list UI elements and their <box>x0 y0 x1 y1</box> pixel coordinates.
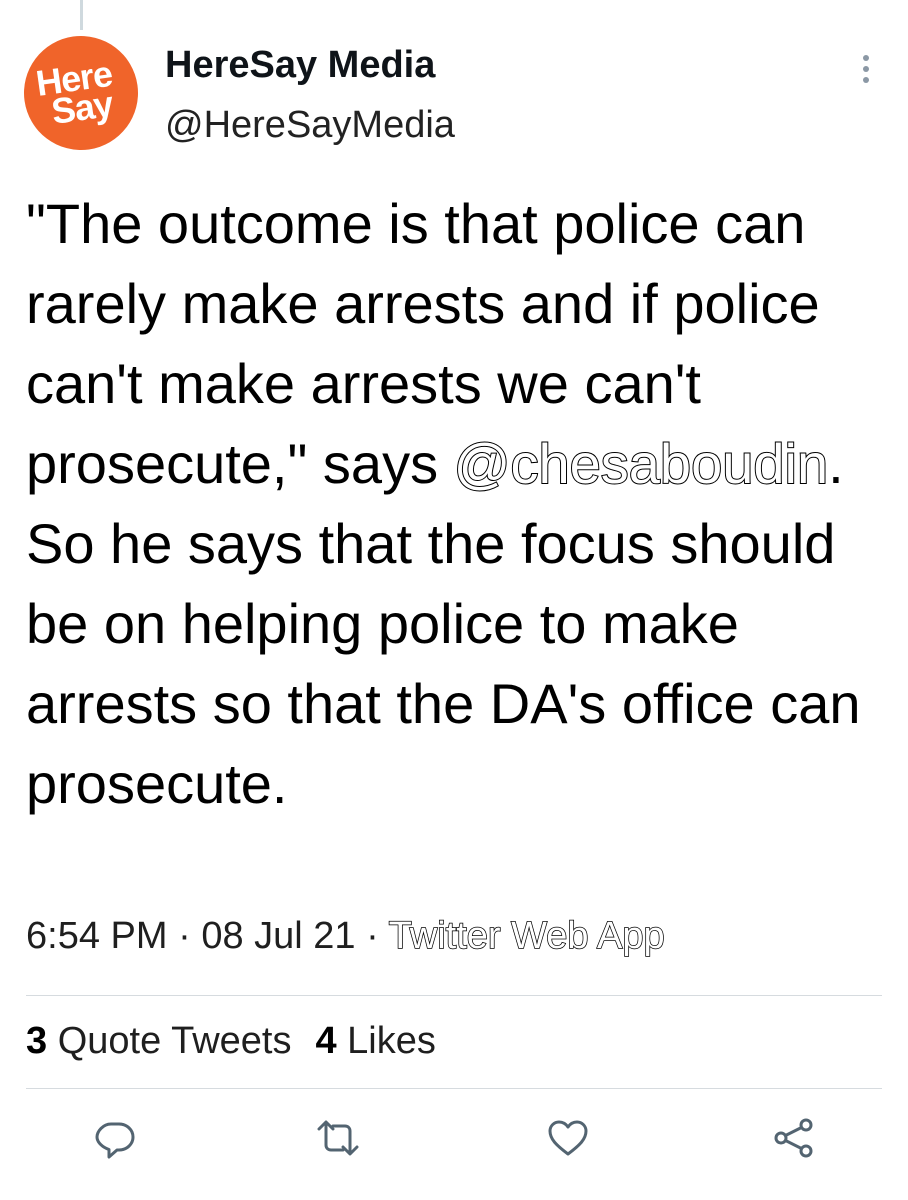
meta-separator: · <box>167 915 202 957</box>
meta-separator-2: · <box>355 915 389 957</box>
quote-tweets-stat[interactable]: 3 Quote Tweets <box>26 1020 291 1062</box>
reply-icon <box>95 1122 135 1159</box>
divider <box>26 995 882 996</box>
quote-count: 3 <box>26 1020 48 1062</box>
reply-button[interactable] <box>93 1116 137 1160</box>
heart-icon <box>548 1120 588 1156</box>
user-handle[interactable]: @HereSayMedia <box>165 104 455 147</box>
likes-stat[interactable]: 4 Likes <box>315 1020 435 1062</box>
tweet-stats: 3 Quote Tweets 4 Likes <box>26 1020 460 1063</box>
like-label: Likes <box>336 1020 436 1062</box>
display-name[interactable]: HereSay Media <box>165 44 435 87</box>
avatar-text-line2: Say <box>48 82 116 133</box>
tweet-time[interactable]: 6:54 PM <box>26 915 168 957</box>
share-button[interactable] <box>772 1116 816 1160</box>
tweet-date[interactable]: 08 Jul 21 <box>201 915 355 957</box>
retweet-button[interactable] <box>316 1116 360 1160</box>
divider <box>26 1088 882 1089</box>
retweet-icon <box>317 1120 359 1156</box>
like-button[interactable] <box>546 1116 590 1160</box>
quote-label: Quote Tweets <box>47 1020 292 1062</box>
thread-connector-line <box>80 0 83 30</box>
tweet-metadata: 6:54 PM · 08 Jul 21 · Twitter Web App <box>26 914 665 958</box>
tweet-text: "The outcome is that police can rarely m… <box>26 184 886 824</box>
share-icon <box>774 1118 813 1158</box>
mention-link[interactable]: @chesaboudin <box>453 431 829 496</box>
like-count: 4 <box>315 1020 337 1062</box>
tweet-source-link[interactable]: Twitter Web App <box>388 914 665 958</box>
avatar[interactable]: Here Say <box>16 28 146 158</box>
more-options-icon[interactable] <box>854 52 878 88</box>
